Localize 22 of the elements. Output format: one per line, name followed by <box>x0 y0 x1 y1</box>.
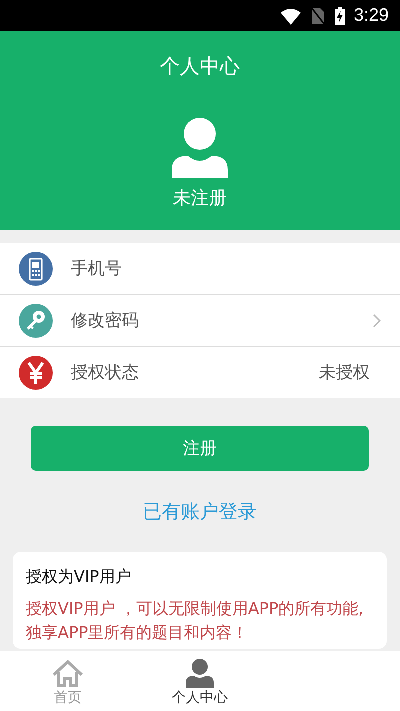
home-icon <box>51 658 85 689</box>
card-description: 授权VIP用户 ，可以无限制使用APP的所有功能, 独享APP里所有的题目和内容！ <box>26 598 365 644</box>
nav-tab[interactable]: 个人中心 <box>136 651 264 711</box>
person-icon <box>183 658 217 689</box>
menu-value: 未授权 <box>319 362 370 384</box>
key-icon <box>19 304 53 338</box>
menu-row[interactable]: 授权状态 未授权 <box>0 347 400 398</box>
user-status: 未注册 <box>173 187 227 210</box>
page-title: 个人中心 <box>160 53 240 80</box>
wifi-icon <box>280 6 302 24</box>
card-title: 授权为VIP用户 <box>26 567 132 588</box>
phone-icon <box>19 252 53 286</box>
yen-icon <box>19 356 53 390</box>
menu-label: 手机号 <box>71 258 123 280</box>
menu-label: 修改密码 <box>71 310 140 332</box>
menu-row[interactable]: 修改密码 <box>0 295 400 347</box>
menu-row[interactable]: 手机号 <box>0 243 400 295</box>
battery-charging-icon <box>334 6 346 26</box>
no-sim-icon <box>310 6 326 26</box>
user-avatar-icon <box>172 118 228 178</box>
menu-label: 授权状态 <box>71 362 140 384</box>
status-time: 3:29 <box>354 5 389 26</box>
